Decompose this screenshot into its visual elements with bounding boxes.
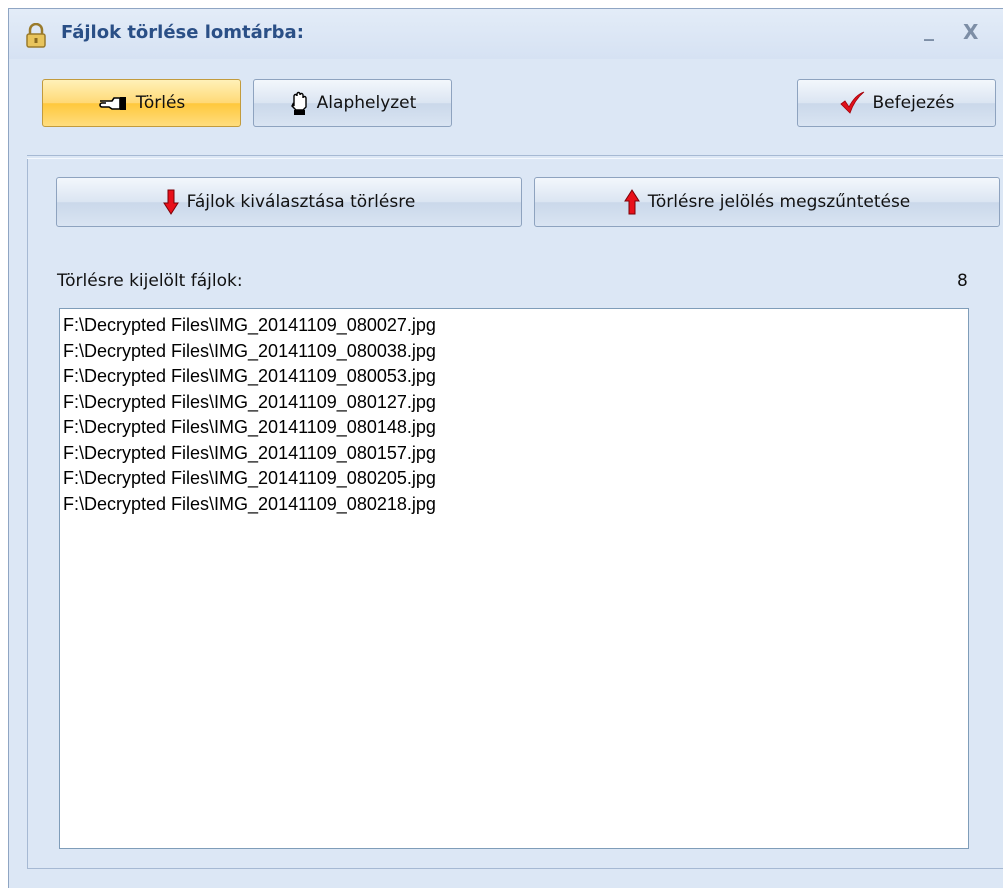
delete-button[interactable]: Törlés [42, 79, 241, 127]
select-files-button[interactable]: Fájlok kiválasztása törlésre [56, 177, 522, 227]
reset-button[interactable]: Alaphelyzet [253, 79, 452, 127]
list-item[interactable]: F:\Decrypted Files\IMG_20141109_080038.j… [63, 339, 968, 365]
raised-hand-icon [289, 90, 309, 116]
minimize-button[interactable]: _ [924, 19, 934, 39]
arrow-up-icon [623, 189, 640, 215]
list-item[interactable]: F:\Decrypted Files\IMG_20141109_080027.j… [63, 313, 968, 339]
finish-button-label: Befejezés [872, 93, 955, 113]
title-bar: Fájlok törlése lomtárba: _ X [9, 9, 1003, 59]
pointing-hand-icon [98, 94, 128, 112]
list-item[interactable]: F:\Decrypted Files\IMG_20141109_080148.j… [63, 415, 968, 441]
file-list[interactable]: F:\Decrypted Files\IMG_20141109_080027.j… [59, 308, 969, 849]
list-item[interactable]: F:\Decrypted Files\IMG_20141109_080218.j… [63, 492, 968, 518]
file-list-label: Törlésre kijelölt fájlok: [57, 271, 243, 291]
finish-button[interactable]: Befejezés [797, 79, 996, 127]
unselect-files-label: Törlésre jelölés megszűntetése [647, 192, 911, 212]
unselect-files-button[interactable]: Törlésre jelölés megszűntetése [534, 177, 1000, 227]
file-count: 8 [957, 271, 968, 291]
reset-button-label: Alaphelyzet [316, 93, 417, 113]
padlock-icon [25, 23, 47, 49]
delete-button-label: Törlés [135, 93, 186, 113]
window-title: Fájlok törlése lomtárba: [61, 22, 304, 43]
list-item[interactable]: F:\Decrypted Files\IMG_20141109_080157.j… [63, 441, 968, 467]
arrow-down-icon [162, 189, 179, 215]
list-item[interactable]: F:\Decrypted Files\IMG_20141109_080127.j… [63, 390, 968, 416]
list-item[interactable]: F:\Decrypted Files\IMG_20141109_080205.j… [63, 466, 968, 492]
checkmark-icon [839, 91, 865, 115]
list-item[interactable]: F:\Decrypted Files\IMG_20141109_080053.j… [63, 364, 968, 390]
select-files-label: Fájlok kiválasztása törlésre [186, 192, 416, 212]
close-button[interactable]: X [963, 22, 978, 42]
dialog-window: Fájlok törlése lomtárba: _ X Törlés Alap… [8, 8, 1003, 888]
